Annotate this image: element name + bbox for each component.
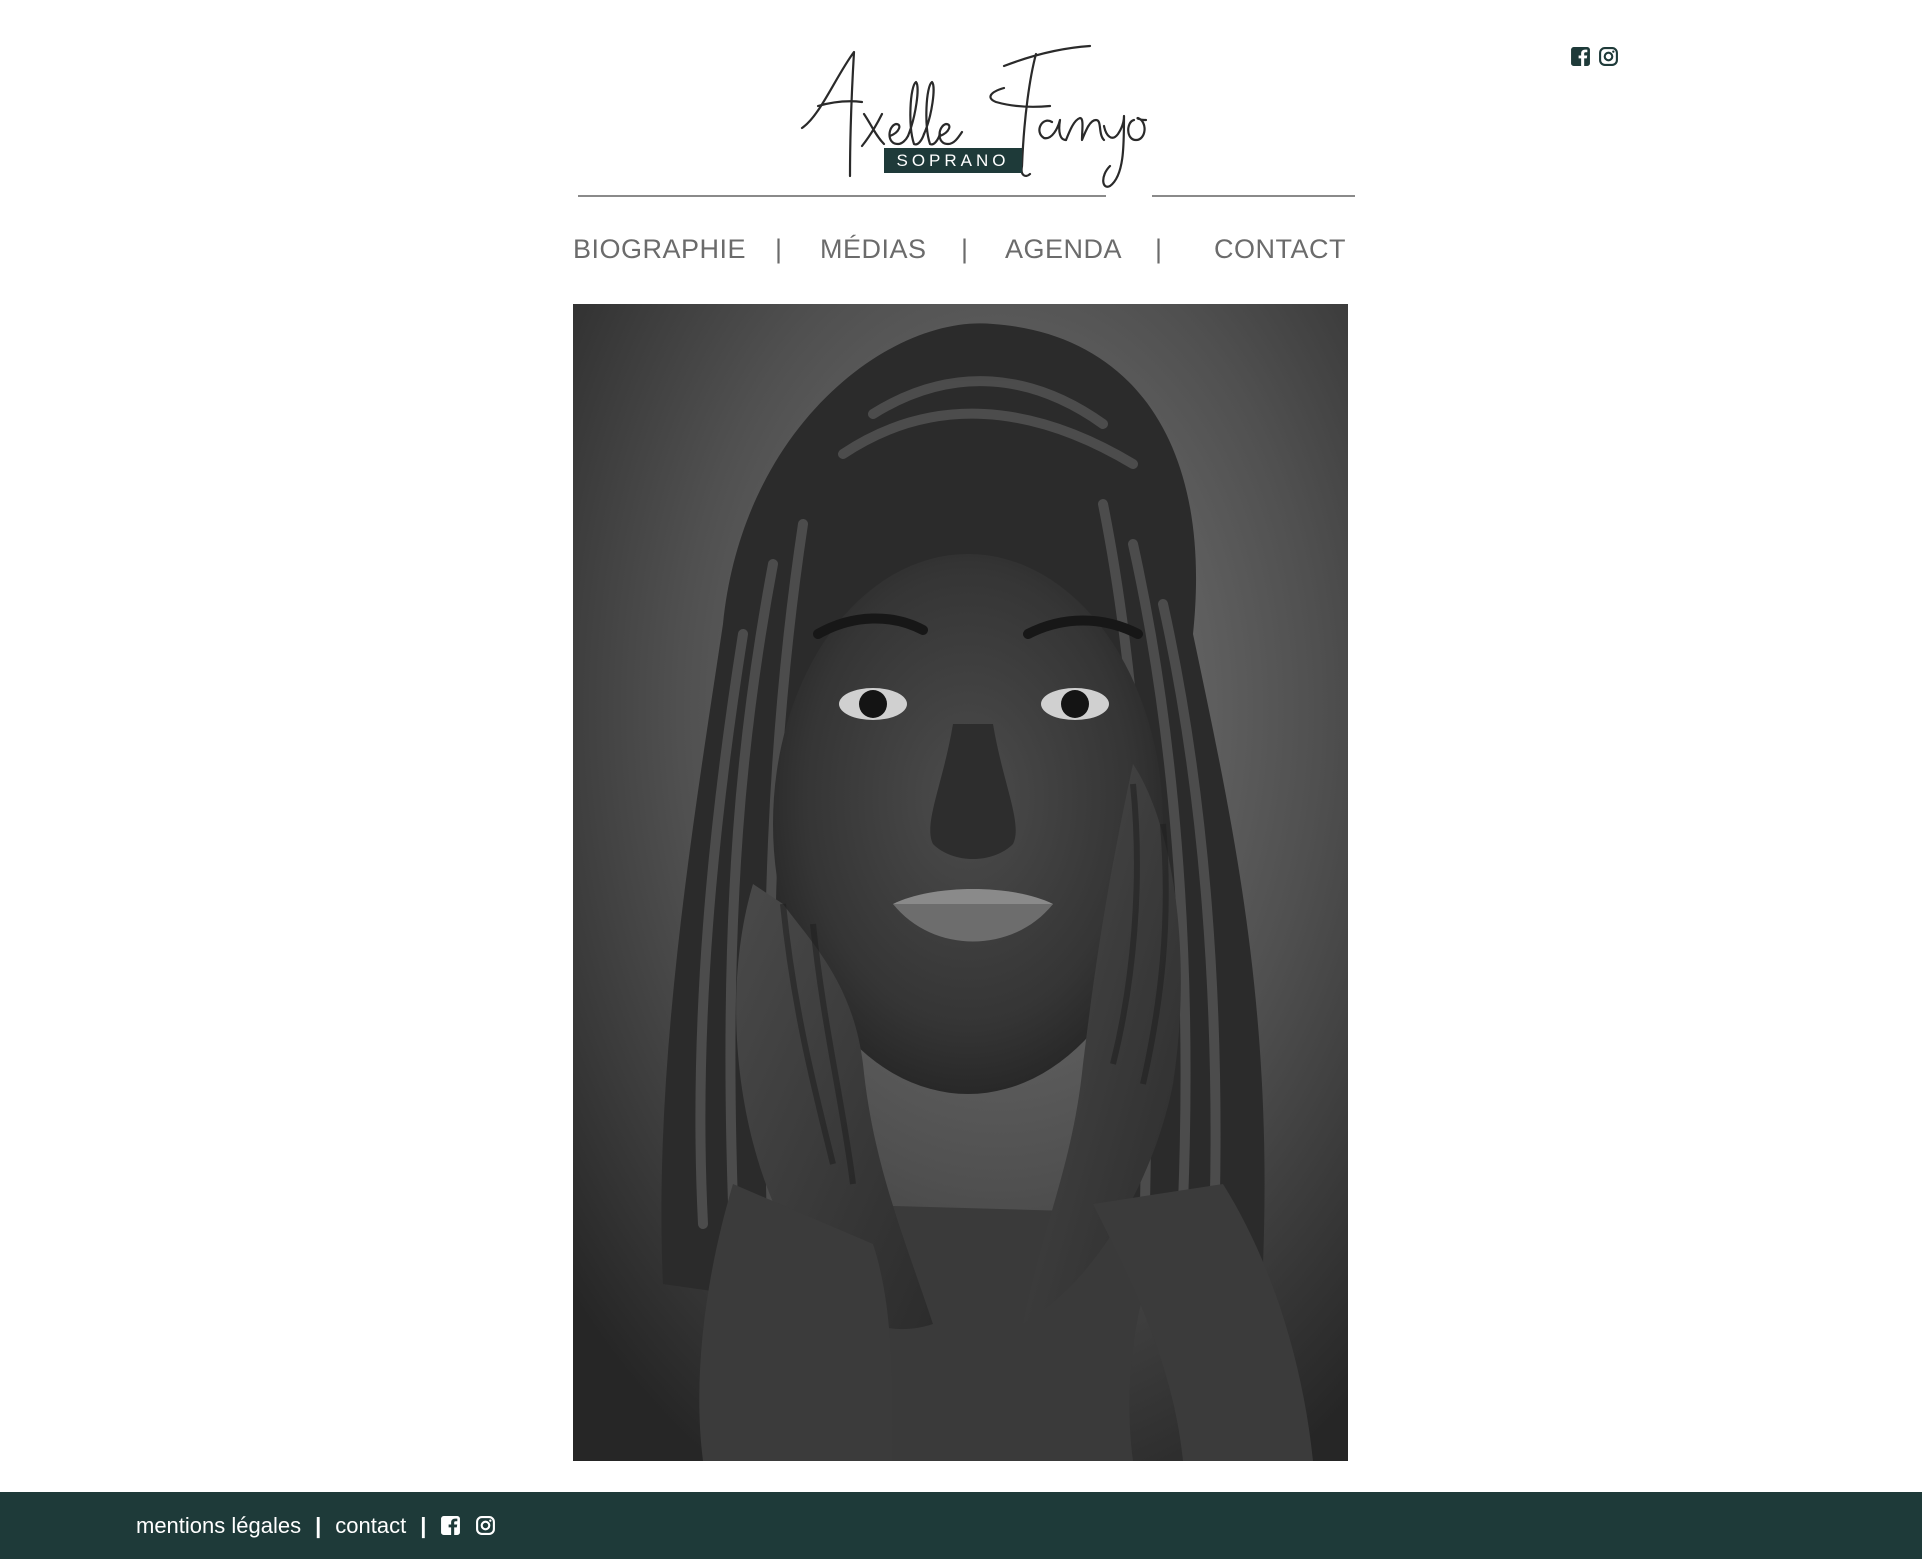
facebook-icon[interactable] [1570, 46, 1591, 67]
footer-separator: | [315, 1512, 322, 1538]
site-footer: mentions légales | contact | [0, 1492, 1922, 1559]
hero-portrait [573, 304, 1348, 1461]
instagram-icon[interactable] [1598, 46, 1619, 67]
header-social-links [1570, 46, 1619, 67]
footer-links: mentions légales | contact | [136, 1492, 496, 1559]
nav-item-medias[interactable]: MÉDIAS [820, 229, 927, 269]
site-header: SOPRANO BIOGRAPHIE | MÉDIAS | AGENDA | C… [0, 0, 1922, 300]
footer-separator: | [420, 1512, 427, 1538]
nav-item-biographie[interactable]: BIOGRAPHIE [573, 229, 746, 269]
footer-link-legal[interactable]: mentions légales [136, 1513, 301, 1539]
facebook-icon[interactable] [440, 1515, 461, 1536]
instagram-icon[interactable] [475, 1515, 496, 1536]
nav-separator: | [961, 234, 969, 264]
logo-tag: SOPRANO [884, 148, 1022, 173]
header-rule-right [1152, 195, 1355, 197]
footer-link-contact[interactable]: contact [335, 1513, 406, 1539]
site-logo[interactable]: SOPRANO [790, 36, 1170, 196]
main-nav: BIOGRAPHIE | MÉDIAS | AGENDA | CONTACT [573, 229, 1363, 269]
nav-item-contact[interactable]: CONTACT [1214, 229, 1346, 269]
nav-item-agenda[interactable]: AGENDA [1005, 229, 1122, 269]
header-rule-left [578, 195, 1106, 197]
nav-separator: | [775, 234, 783, 264]
nav-separator: | [1155, 234, 1163, 264]
